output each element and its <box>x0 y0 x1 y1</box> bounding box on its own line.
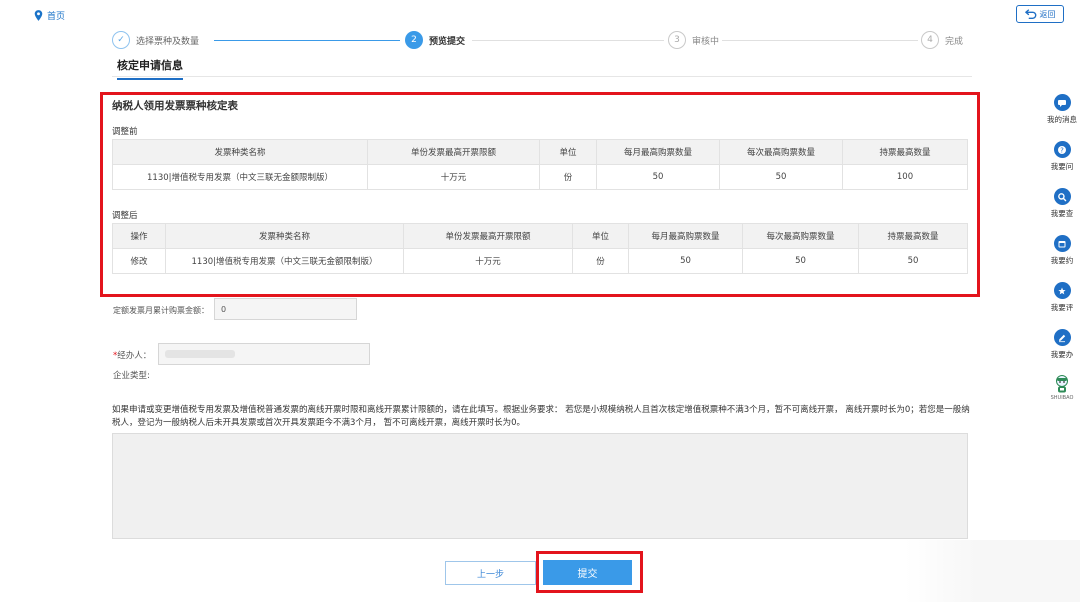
step-review: 3 审核中 <box>668 31 719 49</box>
table-cell: 50 <box>719 164 843 190</box>
check-icon: ✓ <box>112 31 130 49</box>
step-label: 预览提交 <box>429 36 466 47</box>
svg-text:?: ? <box>1060 146 1064 154</box>
column-header: 发票种类名称 <box>112 139 368 165</box>
calendar-icon <box>1053 235 1071 252</box>
table-cell: 50 <box>628 248 743 274</box>
column-header: 单位 <box>539 139 597 165</box>
column-header: 持票最高数量 <box>858 223 968 249</box>
quota-amount-value: 0 <box>221 304 227 314</box>
redacted-value <box>165 350 235 358</box>
column-header: 单份发票最高开票限额 <box>367 139 540 165</box>
step-select-types: ✓ 选择票种及数量 <box>112 31 199 49</box>
quota-amount-label: 定额发票月累计购票金额： <box>113 306 209 315</box>
sidebar-item-assistant[interactable]: SHUIBAO <box>1044 374 1080 401</box>
quota-amount-input[interactable]: 0 <box>214 298 357 320</box>
message-icon <box>1053 94 1071 111</box>
search-icon <box>1053 188 1071 205</box>
sidebar-item-label: 我要问 <box>1050 162 1074 171</box>
step-label: 选择票种及数量 <box>136 36 200 47</box>
table-cell: 50 <box>596 164 720 190</box>
agent-label: *经办人： <box>113 349 151 361</box>
company-type-label: 企业类型: <box>113 371 150 381</box>
sidebar-item-label: 我要约 <box>1050 256 1074 265</box>
table-row: 修改 1130|增值税专用发票（中文三联无金额限制版） 十万元 份 50 50 … <box>112 248 968 274</box>
return-arrow-icon <box>1024 9 1036 19</box>
agent-input[interactable] <box>158 343 370 365</box>
sidebar-item-appointment[interactable]: 我要约 <box>1044 235 1080 266</box>
sidebar-item-label: 我要办 <box>1050 350 1074 359</box>
sidebar-item-label: 我要查 <box>1050 209 1074 218</box>
home-label: 首页 <box>47 12 66 22</box>
column-header: 每次最高购票数量 <box>742 223 859 249</box>
background-fade <box>905 540 1080 602</box>
column-header: 单份发票最高开票限额 <box>403 223 573 249</box>
column-header: 发票种类名称 <box>165 223 404 249</box>
progress-steps: ✓ 选择票种及数量 2 预览提交 3 审核中 4 完成 <box>112 31 972 51</box>
prev-step-button[interactable]: 上一步 <box>445 561 536 585</box>
step-preview-submit: 2 预览提交 <box>405 31 465 49</box>
column-header: 每月最高购票数量 <box>596 139 720 165</box>
step-connector <box>722 40 918 41</box>
sidebar-item-rate[interactable]: 我要评 <box>1044 282 1080 313</box>
step-label: 完成 <box>945 36 964 47</box>
step-number: 4 <box>921 31 939 49</box>
sidebar-item-ask[interactable]: ? 我要问 <box>1044 141 1080 172</box>
back-button[interactable]: 返回 <box>1016 5 1064 23</box>
table-cell: 份 <box>539 164 597 190</box>
step-number: 2 <box>405 31 423 49</box>
step-connector <box>472 40 664 41</box>
step-label: 审核中 <box>692 36 720 47</box>
column-header: 单位 <box>572 223 629 249</box>
before-table: 发票种类名称 单份发票最高开票限额 单位 每月最高购票数量 每次最高购票数量 持… <box>112 139 968 190</box>
sidebar-item-label: 我的消息 <box>1047 115 1077 124</box>
step-number: 3 <box>668 31 686 49</box>
column-header: 持票最高数量 <box>842 139 968 165</box>
column-header: 每月最高购票数量 <box>628 223 743 249</box>
step-complete: 4 完成 <box>921 31 963 49</box>
table-row: 1130|增值税专用发票（中文三联无金额限制版） 十万元 份 50 50 100 <box>112 164 968 190</box>
before-label: 调整前 <box>112 127 138 137</box>
offline-invoice-notice: 如果申请或变更增值税专用发票及增值税普通发票的离线开票时限和离线开票累计限额的，… <box>112 405 970 428</box>
edit-icon <box>1053 329 1071 346</box>
table-cell: 十万元 <box>367 164 540 190</box>
table-header-row: 操作 发票种类名称 单份发票最高开票限额 单位 每月最高购票数量 每次最高购票数… <box>112 223 968 249</box>
table-cell: 十万元 <box>403 248 573 274</box>
table-cell: 100 <box>842 164 968 190</box>
table-cell: 50 <box>858 248 968 274</box>
table-cell: 50 <box>742 248 859 274</box>
after-label: 调整后 <box>112 211 138 221</box>
table-header-row: 发票种类名称 单份发票最高开票限额 单位 每月最高购票数量 每次最高购票数量 持… <box>112 139 968 165</box>
home-link[interactable]: 首页 <box>34 9 65 22</box>
divider <box>112 76 972 77</box>
sidebar-item-handle[interactable]: 我要办 <box>1044 329 1080 360</box>
table-cell: 1130|增值税专用发票（中文三联无金额限制版） <box>112 164 368 190</box>
sidebar-item-label: 我要评 <box>1050 303 1074 312</box>
table-title: 纳税人领用发票票种核定表 <box>112 100 238 112</box>
assistant-robot-icon <box>1056 375 1068 393</box>
sidebar-item-search[interactable]: 我要查 <box>1044 188 1080 219</box>
column-header: 操作 <box>112 223 166 249</box>
after-table: 操作 发票种类名称 单份发票最高开票限额 单位 每月最高购票数量 每次最高购票数… <box>112 223 968 274</box>
modify-action[interactable]: 修改 <box>112 248 166 274</box>
question-icon: ? <box>1053 141 1071 158</box>
assistant-caption: SHUIBAO <box>1050 395 1074 401</box>
sidebar-item-messages[interactable]: 我的消息 <box>1044 94 1080 125</box>
agent-label-text: 经办人： <box>117 351 152 361</box>
table-cell: 份 <box>572 248 629 274</box>
submit-button[interactable]: 提交 <box>543 560 632 585</box>
offline-invoice-textarea[interactable] <box>112 433 968 539</box>
back-label: 返回 <box>1039 9 1056 19</box>
location-pin-icon <box>34 10 43 21</box>
column-header: 每次最高购票数量 <box>719 139 843 165</box>
step-connector <box>214 40 400 41</box>
table-cell: 1130|增值税专用发票（中文三联无金额限制版） <box>165 248 404 274</box>
rating-icon <box>1053 282 1071 299</box>
